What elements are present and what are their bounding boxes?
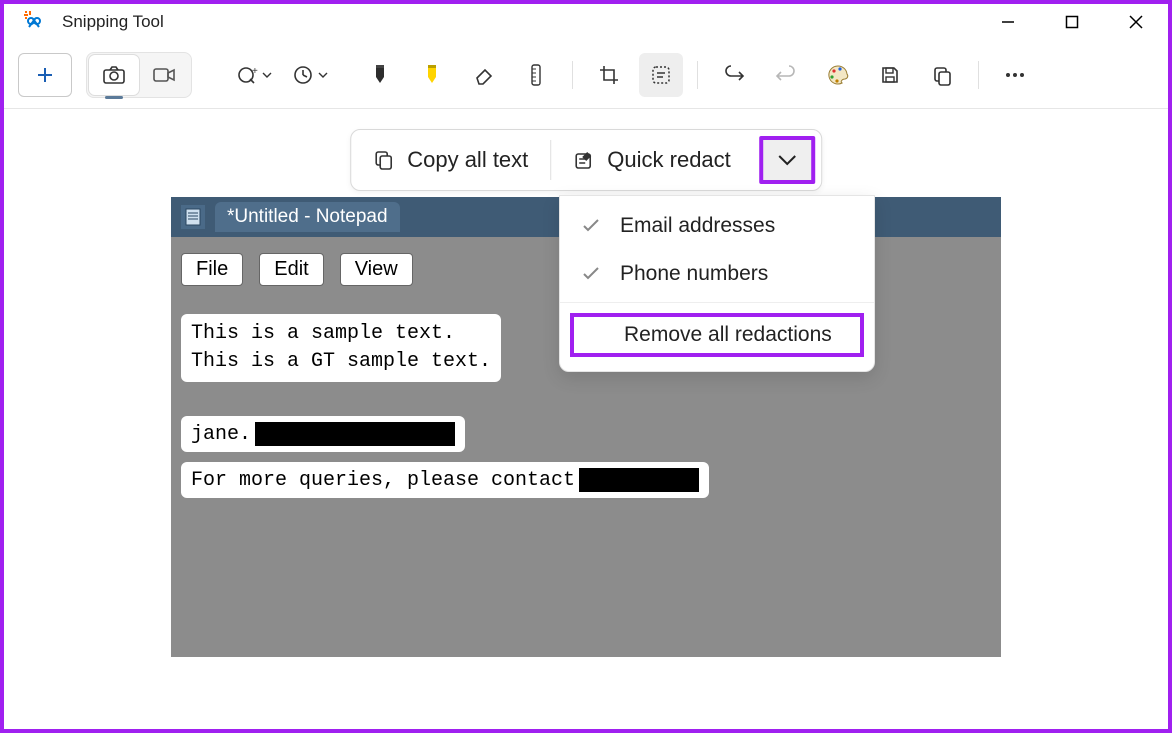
undo-button[interactable] — [712, 53, 756, 97]
titlebar: Snipping Tool — [0, 0, 1172, 44]
notepad-menu-edit: Edit — [259, 253, 323, 286]
window-title: Snipping Tool — [62, 12, 164, 32]
new-snip-button[interactable] — [18, 53, 72, 97]
eraser-tool-button[interactable] — [462, 53, 506, 97]
redo-button[interactable] — [764, 53, 808, 97]
content-area: Copy all text Quick redact Email address… — [0, 109, 1172, 734]
video-mode-button[interactable] — [139, 55, 189, 95]
photo-mode-button[interactable] — [89, 55, 139, 95]
text-actions-button[interactable] — [639, 53, 683, 97]
highlighter-tool-button[interactable] — [410, 53, 454, 97]
notepad-line: This is a sample text. — [191, 320, 491, 348]
close-button[interactable] — [1104, 0, 1168, 44]
pen-tool-button[interactable] — [358, 53, 402, 97]
crop-tool-button[interactable] — [587, 53, 631, 97]
quick-redact-button[interactable]: Quick redact — [551, 130, 753, 190]
notepad-icon — [181, 205, 205, 229]
notepad-tab-title: *Untitled - Notepad — [215, 202, 400, 232]
capture-mode-group — [86, 52, 192, 98]
toolbar: + — [0, 44, 1172, 109]
remove-all-redactions-button[interactable]: Remove all redactions — [570, 313, 864, 357]
save-button[interactable] — [868, 53, 912, 97]
copy-button[interactable] — [920, 53, 964, 97]
quick-redact-dropdown-toggle[interactable] — [759, 136, 815, 184]
notepad-line-prefix: For more queries, please contact — [191, 469, 575, 492]
paint-app-button[interactable] — [816, 53, 860, 97]
redact-dropdown: Email addresses Phone numbers Remove all… — [559, 195, 875, 372]
delay-dropdown-button[interactable] — [286, 53, 334, 97]
notepad-redacted-row: For more queries, please contact — [181, 462, 709, 498]
check-icon — [582, 219, 602, 233]
copy-all-text-button[interactable]: Copy all text — [351, 130, 550, 190]
ruler-tool-button[interactable] — [514, 53, 558, 97]
redact-option-email-label: Email addresses — [620, 214, 775, 238]
notepad-line: This is a GT sample text. — [191, 348, 491, 376]
check-icon — [582, 267, 602, 281]
redaction-block — [255, 422, 455, 446]
text-action-bar: Copy all text Quick redact — [350, 129, 822, 191]
redact-option-phone[interactable]: Phone numbers — [560, 250, 874, 298]
more-button[interactable] — [993, 53, 1037, 97]
redaction-block — [579, 468, 699, 492]
notepad-redacted-row: jane. — [181, 416, 465, 452]
quick-redact-label: Quick redact — [607, 147, 731, 173]
notepad-text-block: This is a sample text. This is a GT samp… — [181, 314, 501, 382]
shape-dropdown-button[interactable]: + — [230, 53, 278, 97]
app-icon — [22, 9, 44, 36]
maximize-button[interactable] — [1040, 0, 1104, 44]
remove-all-redactions-label: Remove all redactions — [624, 323, 832, 347]
minimize-button[interactable] — [976, 0, 1040, 44]
svg-text:+: + — [252, 66, 258, 77]
redact-option-phone-label: Phone numbers — [620, 262, 768, 286]
notepad-line-prefix: jane. — [191, 423, 251, 446]
copy-all-text-label: Copy all text — [407, 147, 528, 173]
notepad-menu-file: File — [181, 253, 243, 286]
chevron-down-icon — [777, 153, 797, 167]
redact-option-email[interactable]: Email addresses — [560, 202, 874, 250]
notepad-menu-view: View — [340, 253, 413, 286]
